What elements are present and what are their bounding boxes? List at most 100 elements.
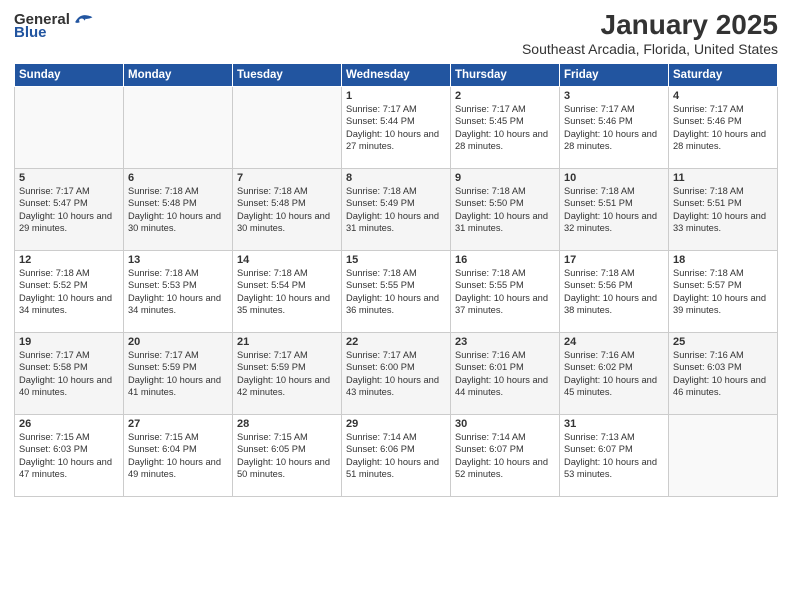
day-content: Sunrise: 7:17 AM Sunset: 5:46 PM Dayligh… [564,103,664,153]
day-number: 11 [673,172,773,184]
day-content: Sunrise: 7:17 AM Sunset: 5:46 PM Dayligh… [673,103,773,153]
day-number: 7 [237,172,337,184]
calendar-cell: 29Sunrise: 7:14 AM Sunset: 6:06 PM Dayli… [342,414,451,496]
header-wednesday: Wednesday [342,63,451,86]
calendar-cell: 21Sunrise: 7:17 AM Sunset: 5:59 PM Dayli… [233,332,342,414]
calendar-cell [124,86,233,168]
calendar-title: January 2025 [522,10,778,41]
day-content: Sunrise: 7:18 AM Sunset: 5:49 PM Dayligh… [346,185,446,235]
calendar-cell: 22Sunrise: 7:17 AM Sunset: 6:00 PM Dayli… [342,332,451,414]
day-content: Sunrise: 7:18 AM Sunset: 5:55 PM Dayligh… [346,267,446,317]
day-number: 10 [564,172,664,184]
day-number: 9 [455,172,555,184]
day-number: 31 [564,418,664,430]
calendar-cell [15,86,124,168]
day-content: Sunrise: 7:18 AM Sunset: 5:55 PM Dayligh… [455,267,555,317]
calendar-cell: 27Sunrise: 7:15 AM Sunset: 6:04 PM Dayli… [124,414,233,496]
header-sunday: Sunday [15,63,124,86]
calendar-cell: 1Sunrise: 7:17 AM Sunset: 5:44 PM Daylig… [342,86,451,168]
day-content: Sunrise: 7:16 AM Sunset: 6:02 PM Dayligh… [564,349,664,399]
day-content: Sunrise: 7:16 AM Sunset: 6:03 PM Dayligh… [673,349,773,399]
calendar-week-row: 12Sunrise: 7:18 AM Sunset: 5:52 PM Dayli… [15,250,778,332]
calendar-cell: 15Sunrise: 7:18 AM Sunset: 5:55 PM Dayli… [342,250,451,332]
calendar-table: SundayMondayTuesdayWednesdayThursdayFrid… [14,63,778,497]
calendar-cell: 18Sunrise: 7:18 AM Sunset: 5:57 PM Dayli… [669,250,778,332]
day-number: 20 [128,336,228,348]
calendar-cell: 8Sunrise: 7:18 AM Sunset: 5:49 PM Daylig… [342,168,451,250]
calendar-week-row: 1Sunrise: 7:17 AM Sunset: 5:44 PM Daylig… [15,86,778,168]
calendar-header-row: SundayMondayTuesdayWednesdayThursdayFrid… [15,63,778,86]
day-number: 19 [19,336,119,348]
day-content: Sunrise: 7:18 AM Sunset: 5:54 PM Dayligh… [237,267,337,317]
day-number: 8 [346,172,446,184]
header-friday: Friday [560,63,669,86]
day-number: 24 [564,336,664,348]
calendar-cell: 31Sunrise: 7:13 AM Sunset: 6:07 PM Dayli… [560,414,669,496]
day-content: Sunrise: 7:18 AM Sunset: 5:57 PM Dayligh… [673,267,773,317]
logo-blue: Blue [14,24,47,41]
calendar-cell: 2Sunrise: 7:17 AM Sunset: 5:45 PM Daylig… [451,86,560,168]
calendar-cell [233,86,342,168]
day-content: Sunrise: 7:17 AM Sunset: 5:58 PM Dayligh… [19,349,119,399]
day-content: Sunrise: 7:18 AM Sunset: 5:50 PM Dayligh… [455,185,555,235]
day-content: Sunrise: 7:16 AM Sunset: 6:01 PM Dayligh… [455,349,555,399]
day-number: 23 [455,336,555,348]
header-thursday: Thursday [451,63,560,86]
calendar-cell: 11Sunrise: 7:18 AM Sunset: 5:51 PM Dayli… [669,168,778,250]
header: General Blue January 2025 Southeast Arca… [14,10,778,57]
calendar-cell [669,414,778,496]
day-number: 22 [346,336,446,348]
header-saturday: Saturday [669,63,778,86]
day-number: 15 [346,254,446,266]
day-number: 3 [564,90,664,102]
calendar-cell: 20Sunrise: 7:17 AM Sunset: 5:59 PM Dayli… [124,332,233,414]
header-tuesday: Tuesday [233,63,342,86]
logo: General Blue [14,10,94,41]
day-content: Sunrise: 7:18 AM Sunset: 5:48 PM Dayligh… [237,185,337,235]
day-number: 13 [128,254,228,266]
day-number: 28 [237,418,337,430]
calendar-cell: 5Sunrise: 7:17 AM Sunset: 5:47 PM Daylig… [15,168,124,250]
logo-bird-icon [72,10,94,28]
calendar-cell: 12Sunrise: 7:18 AM Sunset: 5:52 PM Dayli… [15,250,124,332]
day-content: Sunrise: 7:17 AM Sunset: 5:45 PM Dayligh… [455,103,555,153]
calendar-cell: 19Sunrise: 7:17 AM Sunset: 5:58 PM Dayli… [15,332,124,414]
day-number: 6 [128,172,228,184]
day-number: 2 [455,90,555,102]
day-content: Sunrise: 7:18 AM Sunset: 5:51 PM Dayligh… [673,185,773,235]
day-number: 16 [455,254,555,266]
day-content: Sunrise: 7:18 AM Sunset: 5:51 PM Dayligh… [564,185,664,235]
calendar-cell: 9Sunrise: 7:18 AM Sunset: 5:50 PM Daylig… [451,168,560,250]
day-content: Sunrise: 7:15 AM Sunset: 6:04 PM Dayligh… [128,431,228,481]
calendar-subtitle: Southeast Arcadia, Florida, United State… [522,41,778,57]
day-number: 17 [564,254,664,266]
calendar-cell: 26Sunrise: 7:15 AM Sunset: 6:03 PM Dayli… [15,414,124,496]
calendar-cell: 3Sunrise: 7:17 AM Sunset: 5:46 PM Daylig… [560,86,669,168]
calendar-cell: 25Sunrise: 7:16 AM Sunset: 6:03 PM Dayli… [669,332,778,414]
day-content: Sunrise: 7:18 AM Sunset: 5:48 PM Dayligh… [128,185,228,235]
calendar-cell: 10Sunrise: 7:18 AM Sunset: 5:51 PM Dayli… [560,168,669,250]
day-content: Sunrise: 7:14 AM Sunset: 6:06 PM Dayligh… [346,431,446,481]
day-number: 27 [128,418,228,430]
calendar-cell: 14Sunrise: 7:18 AM Sunset: 5:54 PM Dayli… [233,250,342,332]
calendar-week-row: 5Sunrise: 7:17 AM Sunset: 5:47 PM Daylig… [15,168,778,250]
title-block: January 2025 Southeast Arcadia, Florida,… [522,10,778,57]
calendar-cell: 13Sunrise: 7:18 AM Sunset: 5:53 PM Dayli… [124,250,233,332]
day-number: 25 [673,336,773,348]
calendar-cell: 4Sunrise: 7:17 AM Sunset: 5:46 PM Daylig… [669,86,778,168]
day-number: 1 [346,90,446,102]
day-content: Sunrise: 7:13 AM Sunset: 6:07 PM Dayligh… [564,431,664,481]
calendar-cell: 7Sunrise: 7:18 AM Sunset: 5:48 PM Daylig… [233,168,342,250]
day-content: Sunrise: 7:14 AM Sunset: 6:07 PM Dayligh… [455,431,555,481]
day-number: 30 [455,418,555,430]
day-number: 12 [19,254,119,266]
header-monday: Monday [124,63,233,86]
day-content: Sunrise: 7:15 AM Sunset: 6:03 PM Dayligh… [19,431,119,481]
day-number: 5 [19,172,119,184]
day-content: Sunrise: 7:18 AM Sunset: 5:56 PM Dayligh… [564,267,664,317]
calendar-cell: 6Sunrise: 7:18 AM Sunset: 5:48 PM Daylig… [124,168,233,250]
day-content: Sunrise: 7:17 AM Sunset: 5:44 PM Dayligh… [346,103,446,153]
day-content: Sunrise: 7:17 AM Sunset: 5:59 PM Dayligh… [237,349,337,399]
day-content: Sunrise: 7:18 AM Sunset: 5:52 PM Dayligh… [19,267,119,317]
calendar-cell: 30Sunrise: 7:14 AM Sunset: 6:07 PM Dayli… [451,414,560,496]
